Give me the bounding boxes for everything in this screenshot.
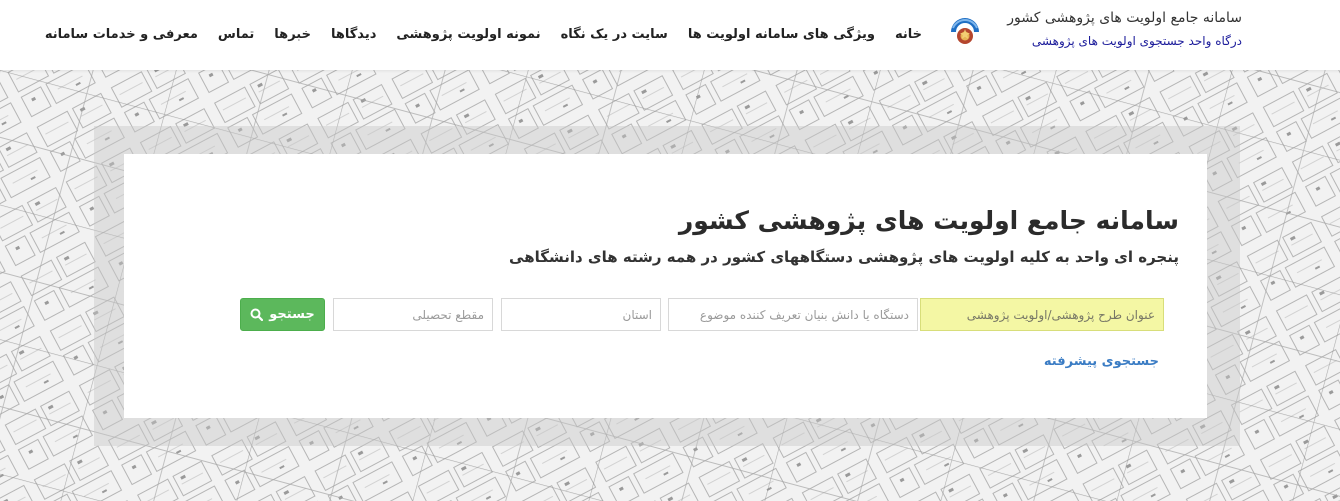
blue-crescent-emblem-logo bbox=[951, 18, 979, 44]
topic-search-input[interactable] bbox=[920, 298, 1164, 331]
advanced-search-link[interactable]: جستجوی پیشرفته bbox=[1044, 354, 1159, 369]
nav-item-viewpoints[interactable]: دیدگاها bbox=[321, 25, 386, 45]
brand-block[interactable]: سامانه جامع اولویت های پژوهشی کشور درگاه… bbox=[1007, 8, 1242, 50]
main-nav: خانه ویژگی های سامانه اولویت ها سایت در … bbox=[35, 25, 922, 45]
top-header: سامانه جامع اولویت های پژوهشی کشور درگاه… bbox=[0, 0, 1340, 70]
hero-subtitle: پنجره ای واحد به کلیه اولویت های پژوهشی … bbox=[509, 248, 1179, 266]
hero-title: سامانه جامع اولویت های پژوهشی کشور bbox=[678, 206, 1179, 235]
nav-item-site-at-a-glance[interactable]: سایت در یک نگاه bbox=[551, 25, 678, 45]
nav-item-about-services[interactable]: معرفی و خدمات سامانه bbox=[35, 25, 208, 45]
education-level-input[interactable] bbox=[333, 298, 493, 331]
brand-subtitle: درگاه واحد جستجوی اولویت های پژوهشی bbox=[1031, 34, 1242, 48]
nav-item-contact[interactable]: تماس bbox=[208, 25, 264, 45]
province-input[interactable] bbox=[501, 298, 661, 331]
nav-item-sample-priority[interactable]: نمونه اولویت پژوهشی bbox=[386, 25, 550, 45]
search-icon bbox=[250, 308, 264, 321]
organization-input[interactable] bbox=[668, 298, 918, 331]
brand-title: سامانه جامع اولویت های پژوهشی کشور bbox=[1007, 10, 1242, 26]
nav-item-news[interactable]: خبرها bbox=[264, 25, 321, 45]
search-card: سامانه جامع اولویت های پژوهشی کشور پنجره… bbox=[124, 154, 1207, 418]
search-button-label: جستجو bbox=[269, 307, 315, 322]
search-button[interactable]: جستجو bbox=[240, 298, 325, 331]
nav-item-features[interactable]: ویژگی های سامانه اولویت ها bbox=[678, 25, 885, 45]
nav-item-home[interactable]: خانه bbox=[885, 25, 922, 45]
site-logo[interactable] bbox=[948, 15, 982, 49]
